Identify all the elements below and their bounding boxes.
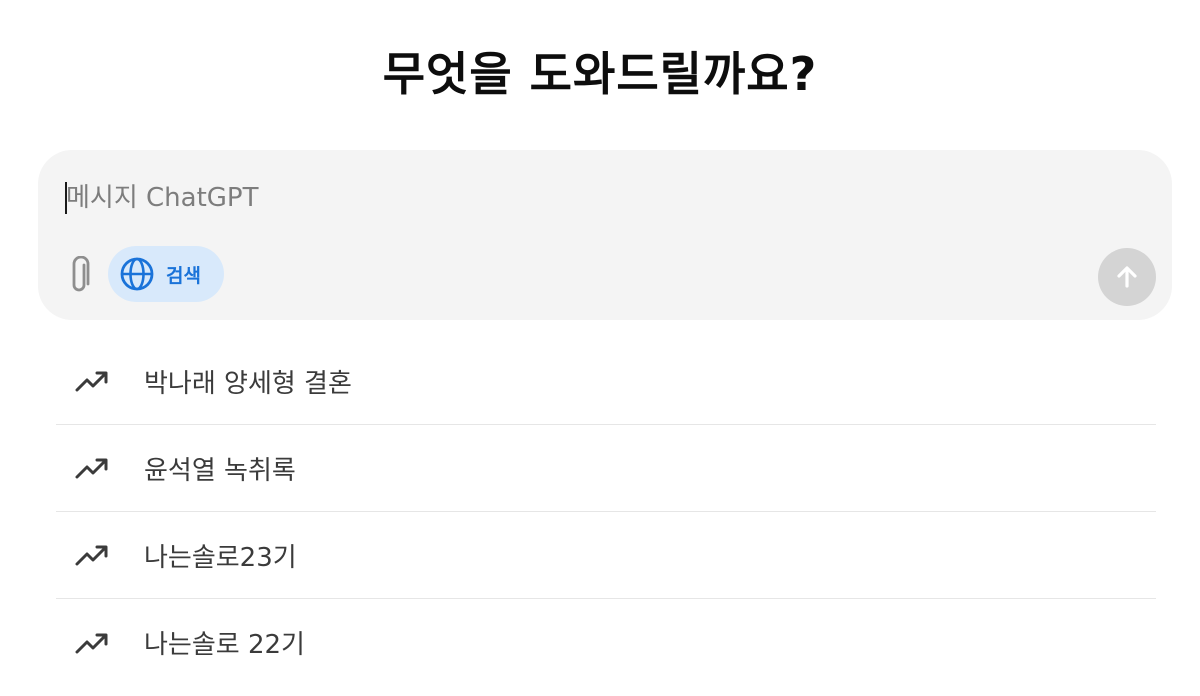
suggestion-label: 윤석열 녹취록: [144, 455, 296, 486]
message-input[interactable]: [66, 178, 1066, 218]
attach-button[interactable]: [60, 250, 100, 302]
arrow-up-icon: [1117, 266, 1137, 288]
search-toggle-button[interactable]: 검색: [108, 246, 224, 302]
trending-up-icon: [74, 540, 110, 570]
suggestion-item[interactable]: 박나래 양세형 결혼: [56, 338, 1156, 425]
suggestion-label: 나는솔로 22기: [144, 630, 305, 660]
suggestion-item[interactable]: 나는솔로23기: [56, 512, 1156, 599]
trending-up-icon: [74, 366, 110, 396]
suggestion-label: 박나래 양세형 결혼: [144, 368, 352, 399]
suggestion-label: 나는솔로23기: [144, 542, 297, 573]
message-composer: 검색: [38, 150, 1172, 320]
trending-up-icon: [74, 453, 110, 483]
send-button[interactable]: [1098, 248, 1156, 306]
chat-home: 무엇을 도와드릴까요? 검색: [0, 0, 1200, 696]
paperclip-icon: [72, 256, 90, 292]
suggestion-item[interactable]: 윤석열 녹취록: [56, 425, 1156, 512]
globe-icon: [118, 255, 156, 293]
search-toggle-label: 검색: [166, 264, 201, 287]
trending-up-icon: [74, 628, 110, 658]
suggestion-item[interactable]: 나는솔로 22기: [56, 599, 1156, 686]
page-title: 무엇을 도와드릴까요?: [382, 47, 818, 101]
trending-suggestions: 박나래 양세형 결혼 윤석열 녹취록 나는솔로23기 나는솔로 22기: [56, 338, 1156, 686]
